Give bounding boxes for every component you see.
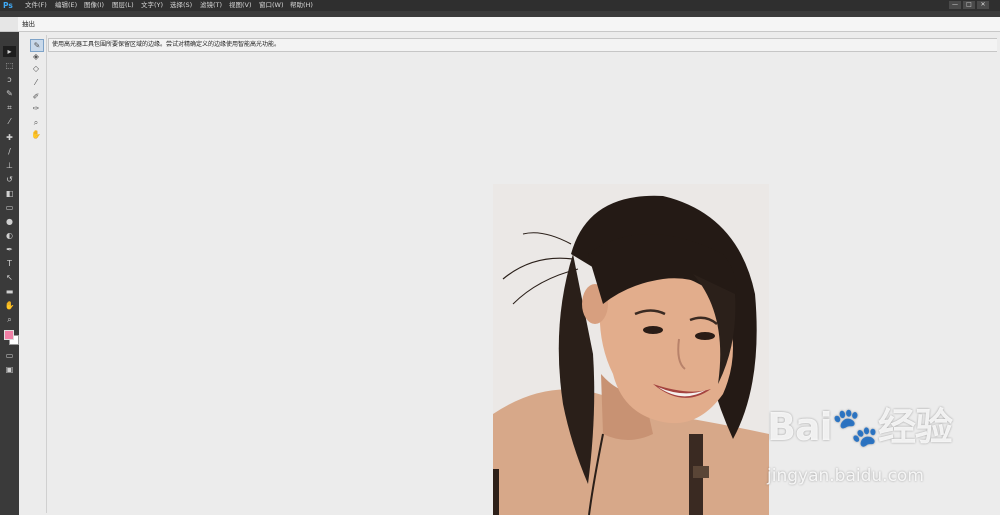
history-brush-icon[interactable]: ↺: [3, 174, 16, 185]
watermark-url: jingyan.baidu.com: [767, 466, 924, 486]
menu-edit[interactable]: 编辑(E): [55, 0, 77, 11]
dodge-icon[interactable]: ◐: [3, 230, 16, 241]
portrait-photo: [493, 184, 769, 515]
extract-hand-icon[interactable]: ✋: [30, 129, 42, 140]
brush-icon[interactable]: /: [3, 146, 16, 157]
menu-help[interactable]: 帮助(H): [290, 0, 313, 11]
minimize-button[interactable]: —: [949, 1, 961, 9]
lasso-icon[interactable]: ↄ: [3, 74, 16, 85]
crop-icon[interactable]: ⌗: [3, 102, 16, 113]
move-icon[interactable]: ▸: [3, 46, 16, 57]
dialog-app-icon: [0, 17, 18, 31]
maximize-button[interactable]: □: [963, 1, 975, 9]
menu-bar: Ps 文件(F) 编辑(E) 图像(I) 图层(L) 文字(Y) 选择(S) 滤…: [0, 0, 1000, 11]
marquee-icon[interactable]: ⬚: [3, 60, 16, 71]
rectangle-shape-icon[interactable]: ▬: [3, 286, 16, 297]
extract-eraser-icon[interactable]: ◇: [30, 63, 42, 74]
instruction-text: 使用高光器工具包围所要保留区域的边缘。尝试对精确定义的边缘使用智能高光功能。: [52, 41, 281, 48]
gradient-icon[interactable]: ▭: [3, 202, 16, 213]
menu-window[interactable]: 窗口(W): [259, 0, 284, 11]
menu-image[interactable]: 图像(I): [84, 0, 104, 11]
extract-cleanup-icon[interactable]: ✐: [30, 91, 42, 102]
photoshop-logo: Ps: [3, 1, 13, 10]
blur-icon[interactable]: ●: [3, 216, 16, 227]
extract-eyedropper-icon[interactable]: ⁄: [30, 77, 42, 88]
zoom-icon[interactable]: ⌕: [3, 314, 16, 325]
hand-icon[interactable]: ✋: [3, 300, 16, 311]
extract-tools-panel: ✎ ◈ ◇ ⁄ ✐ ✑ ⌕ ✋: [26, 35, 47, 513]
dialog-title: 抽出: [22, 20, 35, 28]
menu-layer[interactable]: 图层(L): [112, 0, 134, 11]
close-button[interactable]: ✕: [977, 1, 989, 9]
dialog-title-bar: 抽出: [0, 17, 1000, 32]
path-select-icon[interactable]: ↖: [3, 272, 16, 283]
instruction-bar: 使用高光器工具包围所要保留区域的边缘。尝试对精确定义的边缘使用智能高光功能。: [48, 38, 997, 52]
type-icon[interactable]: T: [3, 258, 16, 269]
screen-mode-icon[interactable]: ▣: [3, 364, 16, 375]
clone-stamp-icon[interactable]: ⊥: [3, 160, 16, 171]
menu-filter[interactable]: 滤镜(T): [200, 0, 222, 11]
extract-fill-icon[interactable]: ◈: [30, 51, 42, 62]
eraser-icon[interactable]: ◧: [3, 188, 16, 199]
quick-select-icon[interactable]: ✎: [3, 88, 16, 99]
healing-brush-icon[interactable]: ✚: [3, 132, 16, 143]
tools-panel: ▸ ⬚ ↄ ✎ ⌗ ⁄ ✚ / ⊥ ↺ ◧ ▭ ● ◐ ✒ T ↖ ▬ ✋ ⌕ ▭ ▣: [0, 38, 19, 515]
divider: [845, 51, 996, 52]
eyedropper-icon[interactable]: ⁄: [3, 116, 16, 127]
menu-type[interactable]: 文字(Y): [141, 0, 163, 11]
pen-icon[interactable]: ✒: [3, 244, 16, 255]
baidu-jingyan-watermark: Bai🐾经验 jingyan.baidu.com: [767, 405, 987, 495]
menu-select[interactable]: 选择(S): [170, 0, 192, 11]
extract-edge-touchup-icon[interactable]: ✑: [30, 103, 42, 114]
preview-image[interactable]: [493, 184, 769, 515]
menu-file[interactable]: 文件(F): [25, 0, 47, 11]
quick-mask-icon[interactable]: ▭: [3, 350, 16, 361]
watermark-logo: Bai🐾经验: [767, 405, 953, 449]
menu-view[interactable]: 视图(V): [229, 0, 252, 11]
foreground-color-swatch[interactable]: [4, 330, 14, 340]
extract-zoom-icon[interactable]: ⌕: [30, 117, 42, 128]
